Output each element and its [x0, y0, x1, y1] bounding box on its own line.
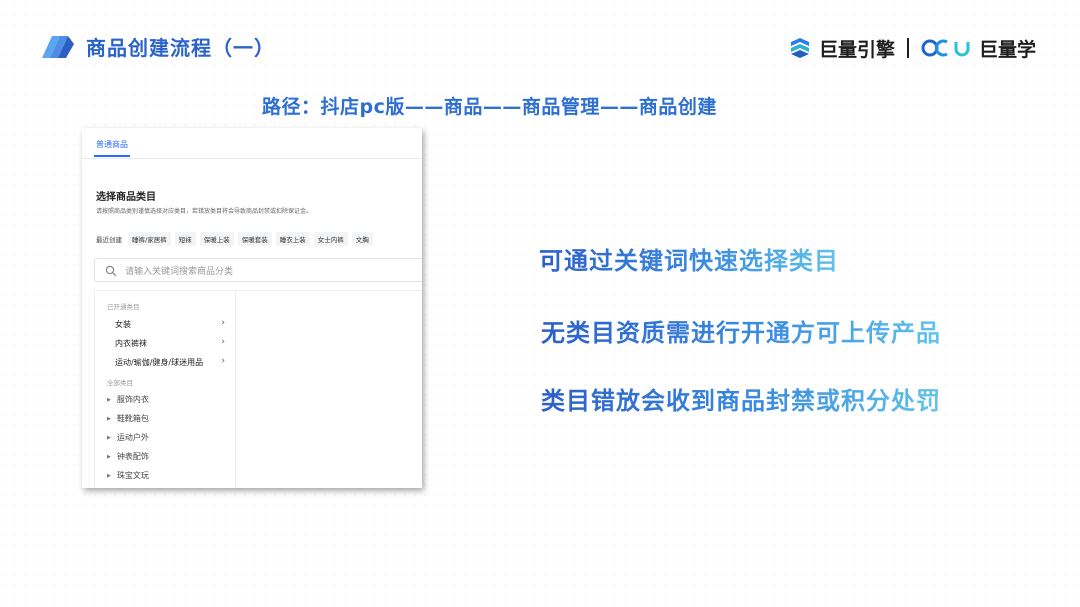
opened-categories-label: 已开通类目 [107, 301, 140, 311]
category-search-box[interactable] [94, 258, 422, 282]
opened-category-item[interactable]: 女装 › [115, 319, 227, 330]
category-label: 钟表配饰 [117, 452, 149, 461]
section-description: 请按照商品类别谨慎选择对应类目，若错放类目将会导致商品封禁或扣除保证金。 [96, 206, 312, 215]
category-search-input[interactable] [123, 263, 417, 281]
recent-chip[interactable]: 女士内裤 [314, 232, 348, 246]
brand-logo: 巨量引擎 巨量学 [787, 34, 1036, 62]
expand-arrow-icon: ▶ [107, 473, 111, 479]
all-category-item[interactable]: ▶ 钟表配饰 [107, 451, 149, 462]
ocean-logo-icon [921, 37, 973, 59]
recent-chip[interactable]: 睡裤/家居裤 [128, 232, 171, 246]
recent-categories: 最近创建 睡裤/家居裤 短袜 保暖上装 保暖套装 睡衣上装 女士内裤 文胸 [96, 232, 373, 246]
recent-label: 最近创建 [96, 234, 122, 244]
category-label: 珠宝文玩 [117, 471, 149, 480]
category-label: 服饰内衣 [117, 395, 149, 404]
expand-arrow-icon: ▶ [107, 435, 111, 441]
ocean-engine-icon [787, 36, 813, 60]
category-tree: 已开通类目 女装 › 内衣裤袜 › 运动/瑜伽/健身/球迷用品 › 全部类目 ▶… [94, 290, 422, 488]
recent-chip[interactable]: 睡衣上装 [276, 232, 310, 246]
tab-normal-product[interactable]: 普通商品 [96, 139, 128, 150]
recent-chip[interactable]: 保暖上装 [200, 232, 234, 246]
recent-chip[interactable]: 文胸 [352, 232, 373, 246]
all-category-item[interactable]: ▶ 运动户外 [107, 432, 149, 443]
category-column: 已开通类目 女装 › 内衣裤袜 › 运动/瑜伽/健身/球迷用品 › 全部类目 ▶… [95, 291, 236, 488]
all-category-item[interactable]: ▶ 珠宝文玩 [107, 470, 149, 481]
brand-divider [907, 38, 909, 58]
brand-name-left: 巨量引擎 [819, 35, 895, 62]
category-label: 运动户外 [117, 433, 149, 442]
opened-category-item[interactable]: 内衣裤袜 › [115, 338, 227, 349]
expand-arrow-icon: ▶ [107, 416, 111, 422]
brand-name-right: 巨量学 [979, 35, 1036, 62]
bullet-point: 类目错放会收到商品封禁或积分处罚 [541, 381, 941, 416]
category-label: 女装 [115, 320, 131, 329]
all-category-item[interactable]: ▶ 鞋靴箱包 [107, 413, 149, 424]
category-label: 运动/瑜伽/健身/球迷用品 [115, 358, 203, 367]
tab-active-indicator [94, 155, 130, 157]
page-title: 商品创建流程（一） [86, 32, 275, 61]
expand-arrow-icon: ▶ [107, 454, 111, 460]
search-icon [105, 265, 117, 277]
chevron-right-icon: › [221, 318, 225, 328]
expand-arrow-icon: ▶ [107, 397, 111, 403]
navigation-path: 路径：抖店pc版——商品——商品管理——商品创建 [262, 92, 717, 119]
recent-chip[interactable]: 短袜 [175, 232, 196, 246]
category-selection-screenshot: 普通商品 选择商品类目 请按照商品类别谨慎选择对应类目，若错放类目将会导致商品封… [82, 128, 422, 488]
category-label: 鞋靴箱包 [117, 414, 149, 423]
section-title: 选择商品类目 [96, 188, 156, 203]
bullet-point: 无类目资质需进行开通方可上传产品 [541, 313, 941, 348]
chevron-right-icon: › [221, 337, 225, 347]
all-categories-label: 全部类目 [107, 377, 133, 387]
chevron-right-icon: › [221, 356, 225, 366]
category-label: 内衣裤袜 [115, 339, 147, 348]
all-category-item[interactable]: ▶ 服饰内衣 [107, 394, 149, 405]
bullet-point: 可通过关键词快速选择类目 [539, 241, 839, 276]
slides-logo-icon [40, 30, 76, 62]
recent-chip[interactable]: 保暖套装 [238, 232, 272, 246]
opened-category-item[interactable]: 运动/瑜伽/健身/球迷用品 › [115, 357, 227, 368]
tab-bar: 普通商品 [82, 128, 422, 159]
